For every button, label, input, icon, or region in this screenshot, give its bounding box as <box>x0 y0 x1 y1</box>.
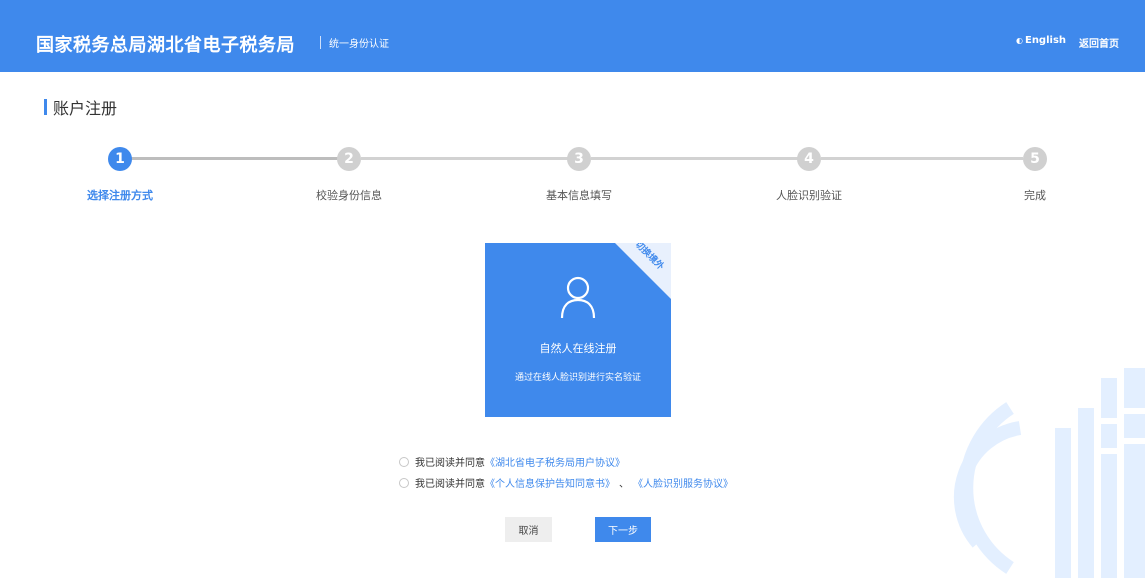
agreement-2-prefix: 我已阅读并同意 <box>415 479 485 490</box>
agreement-1-radio[interactable] <box>399 456 409 467</box>
step-5-label: 完成 <box>1024 189 1046 202</box>
card-title: 自然人在线注册 <box>539 342 617 355</box>
language-switch[interactable]: ◐ English <box>1016 35 1066 46</box>
next-step-button[interactable]: 下一步 <box>595 517 651 542</box>
page-title: 账户注册 <box>44 97 118 118</box>
privacy-notice-link[interactable]: 《个人信息保护告知同意书》 <box>485 475 615 490</box>
step-2-circle: 2 <box>337 147 361 171</box>
globe-icon: ◐ <box>1016 36 1023 45</box>
site-title: 国家税务总局湖北省电子税务局 <box>36 35 295 56</box>
title-divider <box>320 36 321 49</box>
step-connector <box>361 157 569 160</box>
step-1-circle: 1 <box>108 147 132 171</box>
agreement-row-1: 我已阅读并同意 《湖北省电子税务局用户协议》 <box>399 454 625 469</box>
user-agreement-link[interactable]: 《湖北省电子税务局用户协议》 <box>485 454 625 469</box>
page-title-text: 账户注册 <box>53 99 118 118</box>
step-connector <box>821 157 1023 160</box>
agreement-1-prefix: 我已阅读并同意 <box>415 458 485 469</box>
header-bar: 国家税务总局湖北省电子税务局 统一身份认证 ◐ English 返回首页 <box>0 0 1145 72</box>
step-1-label: 选择注册方式 <box>87 189 153 202</box>
agreement-separator: 、 <box>619 479 629 490</box>
language-label: English <box>1024 35 1067 46</box>
site-subtitle: 统一身份认证 <box>329 39 389 50</box>
step-5-circle: 5 <box>1023 147 1047 171</box>
step-2-label: 校验身份信息 <box>316 189 382 202</box>
title-accent-bar <box>44 99 47 115</box>
agreement-row-2: 我已阅读并同意 《个人信息保护告知同意书》 、 《人脸识别服务协议》 <box>399 475 733 490</box>
progress-steps: 1 2 3 4 5 选择注册方式 校验身份信息 基本信息填写 人脸识别验证 完成 <box>0 140 1145 210</box>
step-connector <box>591 157 799 160</box>
user-icon <box>560 276 596 319</box>
face-recognition-agreement-link[interactable]: 《人脸识别服务协议》 <box>633 475 733 490</box>
card-description: 通过在线人脸识别进行实名验证 <box>514 373 641 383</box>
natural-person-register-card[interactable]: 切换境外 自然人在线注册 通过在线人脸识别进行实名验证 <box>485 243 671 417</box>
step-connector <box>131 157 339 160</box>
cancel-button[interactable]: 取消 <box>505 517 552 542</box>
step-3-circle: 3 <box>567 147 591 171</box>
tax-emblem-watermark-icon <box>953 368 1145 578</box>
step-4-label: 人脸识别验证 <box>776 189 842 202</box>
step-4-circle: 4 <box>797 147 821 171</box>
agreement-2-radio[interactable] <box>399 477 409 488</box>
return-home-link[interactable]: 返回首页 <box>1079 35 1119 50</box>
step-3-label: 基本信息填写 <box>546 189 612 202</box>
